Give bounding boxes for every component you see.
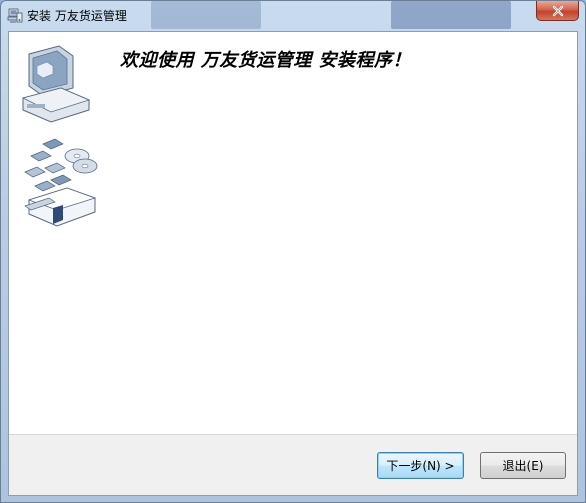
close-button[interactable] (536, 1, 579, 21)
installer-window: 安装 万友货运管理 欢迎使用 万友货运管理 安装程序！ 下一步(N) > 退出(… (0, 0, 586, 503)
installer-client-area: 欢迎使用 万友货运管理 安装程序！ 下一步(N) > 退出(E) (8, 31, 578, 496)
next-button[interactable]: 下一步(N) > (377, 452, 464, 479)
computer-discs-floppy-illustration (21, 45, 98, 227)
setup-computer-icon (7, 8, 23, 23)
title-bar[interactable]: 安装 万友货运管理 (1, 1, 585, 31)
window-title: 安装 万友货运管理 (27, 9, 127, 23)
close-icon (552, 5, 563, 16)
exit-button[interactable]: 退出(E) (480, 452, 566, 479)
welcome-heading: 欢迎使用 万友货运管理 安装程序！ (120, 50, 412, 71)
button-bar: 下一步(N) > 退出(E) (9, 434, 577, 495)
